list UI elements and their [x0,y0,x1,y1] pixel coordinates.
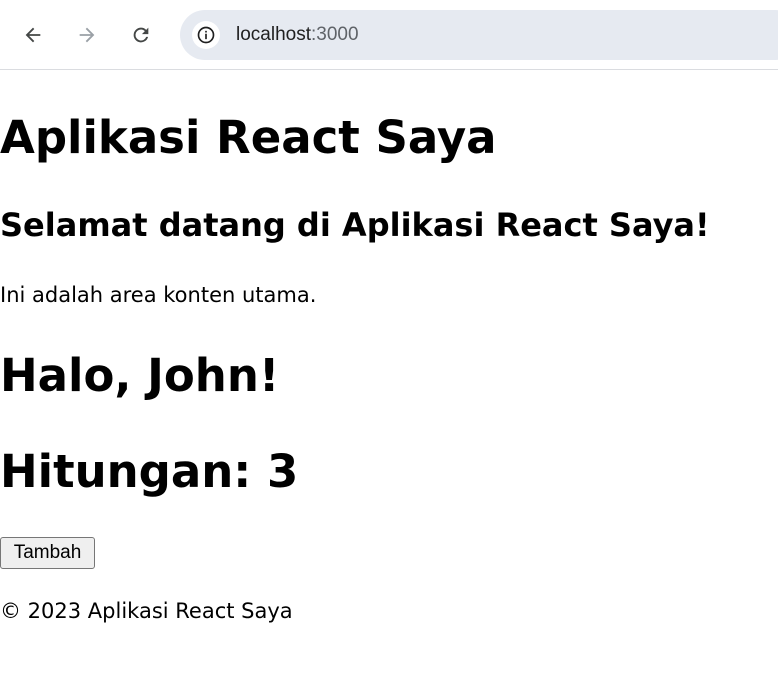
arrow-left-icon [25,27,41,43]
address-bar[interactable]: localhost:3000 [180,10,778,60]
url-text[interactable]: localhost:3000 [236,24,359,46]
arrow-right-icon [79,27,95,43]
page-title: Aplikasi React Saya [0,111,497,164]
main-content-text: Ini adalah area konten utama. [0,283,317,307]
add-button[interactable]: Tambah [0,537,95,569]
browser-toolbar: localhost:3000 [0,0,778,70]
info-icon [197,26,215,44]
counter-display: Hitungan: 3 [0,445,299,498]
url-host: localhost [236,24,311,45]
reload-icon [133,27,149,43]
welcome-heading: Selamat datang di Aplikasi React Saya! [0,206,710,244]
reload-button[interactable] [123,17,159,53]
forward-button[interactable] [69,17,105,53]
greeting-heading: Halo, John! [0,349,280,402]
site-info-button[interactable] [192,21,220,49]
footer-copyright: © 2023 Aplikasi React Saya [0,599,293,623]
back-button[interactable] [15,17,51,53]
url-port: :3000 [311,24,359,45]
